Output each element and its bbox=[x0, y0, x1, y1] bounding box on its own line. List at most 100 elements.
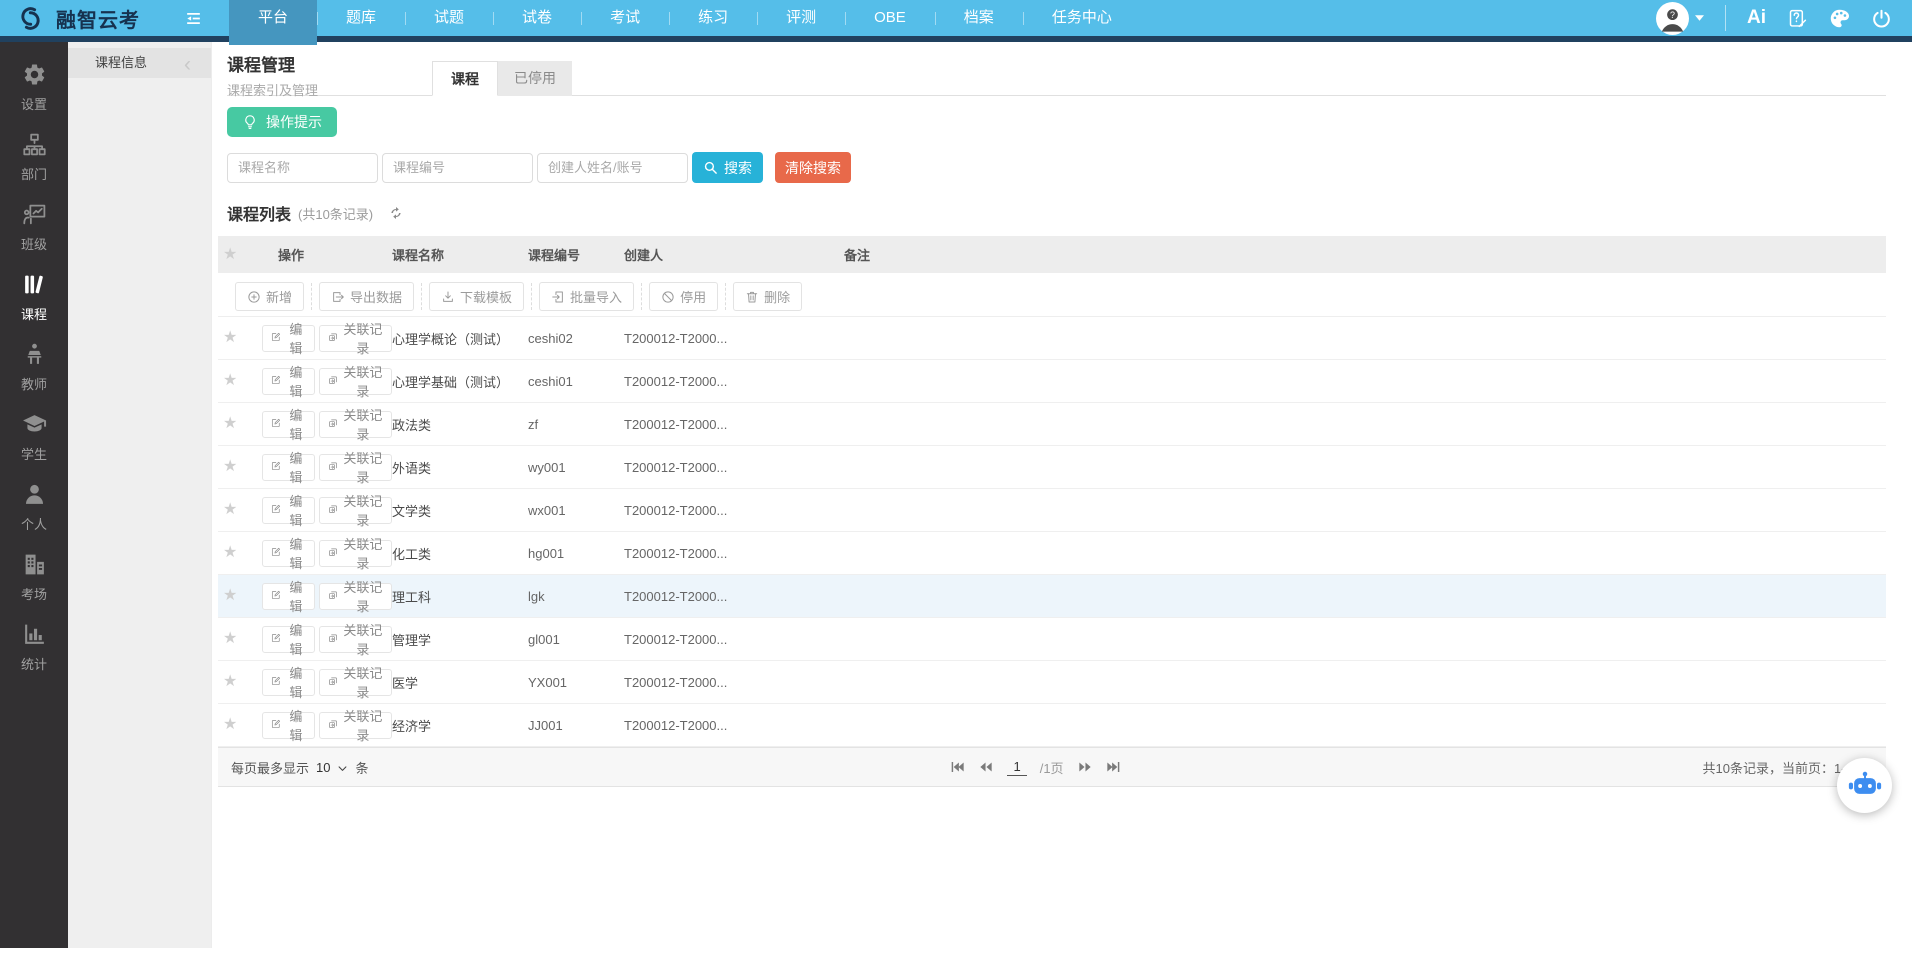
column-header-操作: 操作 bbox=[262, 245, 392, 264]
ai-assistant-icon[interactable]: Ai bbox=[1747, 7, 1766, 29]
next-page-icon[interactable] bbox=[1077, 759, 1093, 775]
table-row[interactable]: ★编辑关联记录理工科lgkT200012-T2000... bbox=[218, 575, 1886, 618]
favorite-star-icon[interactable]: ★ bbox=[218, 459, 262, 475]
topnav-item-考试[interactable]: 考试 bbox=[581, 0, 669, 39]
content-area: 课程管理 课程索引及管理 课程已停用 操作提示 搜索 清除搜索 课程列表 (共1… bbox=[212, 42, 1912, 948]
menu-collapse-icon[interactable] bbox=[184, 9, 203, 28]
help-feedback-icon[interactable] bbox=[1787, 8, 1808, 29]
list-title: 课程列表 bbox=[227, 201, 291, 225]
row-action-编辑[interactable]: 编辑 bbox=[262, 497, 315, 524]
toolbar-button-删除[interactable]: 删除 bbox=[733, 282, 802, 311]
table-row[interactable]: ★编辑关联记录政法类zfT200012-T2000... bbox=[218, 403, 1886, 446]
row-action-编辑[interactable]: 编辑 bbox=[262, 325, 315, 352]
clear-search-button[interactable]: 清除搜索 bbox=[775, 152, 851, 183]
user-avatar[interactable]: ? bbox=[1656, 2, 1704, 35]
row-action-关联记录[interactable]: 关联记录 bbox=[319, 583, 392, 610]
tab-已停用[interactable]: 已停用 bbox=[498, 61, 572, 96]
row-action-关联记录[interactable]: 关联记录 bbox=[319, 540, 392, 567]
favorite-star-icon[interactable]: ★ bbox=[218, 717, 262, 733]
row-action-编辑[interactable]: 编辑 bbox=[262, 411, 315, 438]
ai-robot-assistant-button[interactable] bbox=[1837, 758, 1892, 813]
table-row[interactable]: ★编辑关联记录心理学基础（测试）ceshi01T200012-T2000... bbox=[218, 360, 1886, 403]
favorite-star-icon[interactable]: ★ bbox=[218, 588, 262, 604]
search-field-3[interactable] bbox=[537, 153, 688, 183]
topnav-item-试卷[interactable]: 试卷 bbox=[493, 0, 581, 39]
toolbar-button-下载模板[interactable]: 下载模板 bbox=[429, 282, 524, 311]
favorite-star-icon[interactable]: ★ bbox=[218, 502, 262, 518]
toolbar-button-新增[interactable]: 新增 bbox=[235, 282, 304, 311]
toolbar-button-停用[interactable]: 停用 bbox=[649, 282, 718, 311]
table-row[interactable]: ★编辑关联记录文学类wx001T200012-T2000... bbox=[218, 489, 1886, 532]
search-field-1[interactable] bbox=[227, 153, 378, 183]
sidebar-item-个人[interactable]: 个人 bbox=[0, 472, 68, 542]
topnav-item-题库[interactable]: 题库 bbox=[317, 0, 405, 39]
row-action-关联记录[interactable]: 关联记录 bbox=[319, 454, 392, 481]
favorite-star-icon[interactable]: ★ bbox=[218, 373, 262, 389]
prev-page-icon[interactable] bbox=[978, 759, 994, 775]
row-action-关联记录[interactable]: 关联记录 bbox=[319, 626, 392, 653]
sidebar-item-统计[interactable]: 统计 bbox=[0, 612, 68, 682]
palette-theme-icon[interactable] bbox=[1829, 8, 1850, 29]
chevron-down-icon[interactable] bbox=[337, 763, 348, 774]
topnav-item-平台[interactable]: 平台 bbox=[229, 0, 317, 39]
favorite-star-icon[interactable]: ★ bbox=[218, 330, 262, 346]
refresh-icon[interactable] bbox=[388, 205, 404, 221]
row-action-编辑[interactable]: 编辑 bbox=[262, 583, 315, 610]
topnav-item-试题[interactable]: 试题 bbox=[405, 0, 493, 39]
chevron-left-icon[interactable]: ‹ bbox=[184, 54, 191, 75]
table-row[interactable]: ★编辑关联记录管理学gl001T200012-T2000... bbox=[218, 618, 1886, 661]
toolbar-button-批量导入[interactable]: 批量导入 bbox=[539, 282, 634, 311]
row-action-编辑[interactable]: 编辑 bbox=[262, 626, 315, 653]
row-action-编辑[interactable]: 编辑 bbox=[262, 669, 315, 696]
sidebar-item-教师[interactable]: 教师 bbox=[0, 332, 68, 402]
row-action-关联记录[interactable]: 关联记录 bbox=[319, 411, 392, 438]
course-creator: T200012-T2000... bbox=[624, 503, 844, 518]
row-action-关联记录[interactable]: 关联记录 bbox=[319, 669, 392, 696]
table-row[interactable]: ★编辑关联记录化工类hg001T200012-T2000... bbox=[218, 532, 1886, 575]
divider bbox=[1725, 5, 1726, 31]
page-size-selector[interactable]: 每页最多显示 10 条 bbox=[231, 758, 369, 777]
sidebar-item-课程[interactable]: 课程 bbox=[0, 262, 68, 332]
toolbar-button-导出数据[interactable]: 导出数据 bbox=[319, 282, 414, 311]
row-action-关联记录[interactable]: 关联记录 bbox=[319, 497, 392, 524]
table-row[interactable]: ★编辑关联记录外语类wy001T200012-T2000... bbox=[218, 446, 1886, 489]
current-page-input[interactable]: 1 bbox=[1007, 759, 1026, 776]
table-row[interactable]: ★编辑关联记录医学YX001T200012-T2000... bbox=[218, 661, 1886, 704]
row-action-编辑[interactable]: 编辑 bbox=[262, 454, 315, 481]
topnav-item-档案[interactable]: 档案 bbox=[935, 0, 1023, 39]
toolbar-separator bbox=[421, 283, 422, 310]
row-action-编辑[interactable]: 编辑 bbox=[262, 368, 315, 395]
sidebar-item-班级[interactable]: 班级 bbox=[0, 192, 68, 262]
favorite-star-icon[interactable]: ★ bbox=[218, 631, 262, 647]
operation-tip-button[interactable]: 操作提示 bbox=[227, 107, 337, 137]
row-action-编辑[interactable]: 编辑 bbox=[262, 712, 315, 739]
row-action-关联记录[interactable]: 关联记录 bbox=[319, 368, 392, 395]
course-creator: T200012-T2000... bbox=[624, 331, 844, 346]
page-size-value[interactable]: 10 bbox=[316, 760, 330, 775]
row-action-关联记录[interactable]: 关联记录 bbox=[319, 712, 392, 739]
sidebar-item-设置[interactable]: 设置 bbox=[0, 52, 68, 122]
favorite-star-icon[interactable]: ★ bbox=[218, 545, 262, 561]
topnav-item-OBE[interactable]: OBE bbox=[845, 0, 935, 39]
row-action-关联记录[interactable]: 关联记录 bbox=[319, 325, 392, 352]
favorite-star-icon[interactable]: ★ bbox=[218, 674, 262, 690]
search-field-2[interactable] bbox=[382, 153, 533, 183]
power-logout-icon[interactable] bbox=[1871, 8, 1892, 29]
sidebar-item-学生[interactable]: 学生 bbox=[0, 402, 68, 472]
tab-课程[interactable]: 课程 bbox=[432, 61, 498, 96]
sidebar-item-考场[interactable]: 考场 bbox=[0, 542, 68, 612]
page-size-suffix: 条 bbox=[355, 758, 368, 777]
link-records-icon bbox=[328, 547, 338, 560]
topnav-item-任务中心[interactable]: 任务中心 bbox=[1023, 0, 1141, 39]
row-action-编辑[interactable]: 编辑 bbox=[262, 540, 315, 567]
search-button[interactable]: 搜索 bbox=[692, 152, 763, 183]
favorite-star-icon[interactable]: ★ bbox=[218, 416, 262, 432]
sidebar-item-部门[interactable]: 部门 bbox=[0, 122, 68, 192]
topnav-item-评测[interactable]: 评测 bbox=[757, 0, 845, 39]
table-row[interactable]: ★编辑关联记录心理学概论（测试）ceshi02T200012-T2000... bbox=[218, 317, 1886, 360]
topnav-item-练习[interactable]: 练习 bbox=[669, 0, 757, 39]
course-creator: T200012-T2000... bbox=[624, 546, 844, 561]
last-page-icon[interactable] bbox=[1106, 759, 1122, 775]
table-row[interactable]: ★编辑关联记录经济学JJ001T200012-T2000... bbox=[218, 704, 1886, 747]
first-page-icon[interactable] bbox=[949, 759, 965, 775]
